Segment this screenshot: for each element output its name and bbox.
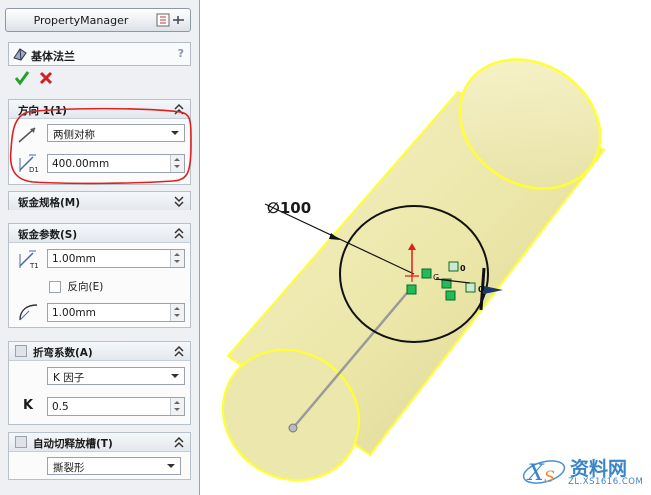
bend-radius-value: 1.00mm	[52, 307, 96, 319]
dropdown-arrow-icon	[171, 374, 179, 378]
cancel-x-icon[interactable]	[38, 70, 54, 86]
bend-allowance-type-value: K 因子	[53, 372, 85, 384]
auto-relief-group: 自动切释放槽(T) 撕裂形	[8, 432, 191, 480]
help-icon[interactable]: ?	[178, 47, 184, 60]
relation-mid-label: G	[433, 273, 439, 282]
bend-radius-spinner[interactable]	[170, 304, 184, 321]
thickness-spinner[interactable]	[170, 250, 184, 267]
depth-symbol-label: D1	[29, 166, 39, 174]
k-factor-spinner[interactable]	[170, 398, 184, 415]
relief-type-value: 撕裂形	[53, 462, 85, 474]
panel-title-bar: PropertyManager	[5, 8, 191, 32]
base-flange-icon	[13, 48, 27, 61]
reverse-label: 反向(E)	[67, 281, 104, 293]
direction1-header[interactable]: 方向 1(1)	[9, 100, 190, 119]
direction1-title: 方向 1(1)	[18, 105, 67, 117]
watermark-url: ZL.XS1616.COM	[568, 477, 644, 487]
sheet-params-header[interactable]: 钣金参数(S)	[9, 224, 190, 243]
pin-icon[interactable]	[156, 13, 186, 27]
gauge-header[interactable]: 钣金规格(M)	[9, 192, 190, 210]
reverse-thickness-checkbox[interactable]: 反向(E)	[49, 279, 103, 294]
depth-value: 400.00mm	[52, 158, 110, 170]
sheet-params-title: 钣金参数(S)	[18, 229, 78, 241]
thickness-value: 1.00mm	[52, 253, 96, 265]
auto-relief-checkbox[interactable]	[15, 436, 27, 448]
reverse-checkbox-box[interactable]	[49, 280, 61, 293]
k-factor-label: K	[23, 398, 34, 413]
direction1-group: 方向 1(1) 两侧对称 D1 400.00mm	[8, 99, 191, 185]
bend-allowance-header[interactable]: 折弯系数(A)	[9, 342, 190, 361]
svg-text:S: S	[544, 467, 555, 486]
collapse-chevron-icon[interactable]	[174, 227, 184, 239]
diameter-dimension[interactable]: ∅100	[267, 199, 311, 217]
dropdown-arrow-icon	[171, 131, 179, 135]
axis-endpoint	[288, 423, 298, 433]
feature-name: 基体法兰	[31, 50, 75, 63]
auto-relief-title: 自动切释放槽(T)	[33, 438, 113, 450]
svg-text:X: X	[526, 461, 545, 486]
bend-allowance-group: 折弯系数(A) K 因子 K 0.5	[8, 341, 191, 425]
watermark: X S 资料网 ZL.XS1616.COM	[520, 452, 645, 490]
gauge-title: 钣金规格(M)	[18, 197, 81, 209]
collapse-chevron-icon[interactable]	[174, 345, 184, 357]
bend-radius-field[interactable]: 1.00mm	[47, 303, 185, 322]
dropdown-arrow-icon	[167, 464, 175, 468]
relief-type-select[interactable]: 撕裂形	[47, 457, 181, 475]
auto-relief-header[interactable]: 自动切释放槽(T)	[9, 433, 190, 452]
bend-allowance-type-select[interactable]: K 因子	[47, 367, 185, 385]
gauge-group: 钣金规格(M)	[8, 191, 191, 210]
end-condition-select[interactable]: 两侧对称	[47, 124, 185, 142]
panel-title: PropertyManager	[33, 14, 129, 27]
depth-spinner[interactable]	[170, 155, 184, 172]
thickness-field[interactable]: 1.00mm	[47, 249, 185, 268]
thickness-icon: T1	[19, 250, 39, 270]
graphics-viewport[interactable]: G 0 0	[200, 0, 651, 495]
collapse-chevron-icon[interactable]	[174, 436, 184, 448]
relation-label-1: 0	[460, 264, 466, 273]
end-condition-value: 两侧对称	[53, 129, 95, 141]
k-factor-value: 0.5	[52, 401, 69, 413]
watermark-logo-icon: X S	[522, 460, 566, 486]
expand-chevron-icon[interactable]	[174, 195, 184, 207]
ok-check-icon[interactable]	[14, 70, 30, 86]
property-manager-panel: PropertyManager 基体法兰 ? 方向 1(1) 两侧对称 D1 4…	[0, 0, 200, 495]
depth-icon: D1	[19, 154, 39, 174]
bend-radius-icon	[19, 304, 38, 321]
k-factor-field[interactable]: 0.5	[47, 397, 185, 416]
bend-allowance-checkbox[interactable]	[15, 345, 27, 357]
reverse-direction-icon[interactable]	[17, 126, 39, 144]
thickness-symbol-label: T1	[29, 262, 39, 270]
sheet-params-group: 钣金参数(S) T1 1.00mm 反向(E) 1.00mm	[8, 223, 191, 328]
depth-field[interactable]: 400.00mm	[47, 154, 185, 173]
feature-header: 基体法兰 ?	[8, 42, 191, 66]
collapse-chevron-icon[interactable]	[174, 103, 184, 115]
bend-allowance-title: 折弯系数(A)	[33, 347, 93, 359]
